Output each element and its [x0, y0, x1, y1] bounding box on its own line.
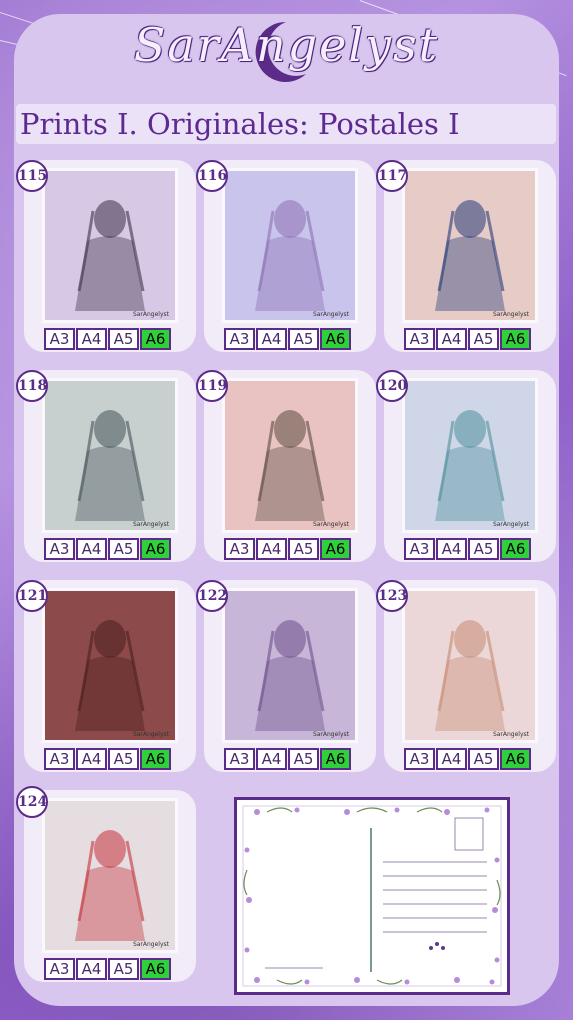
artist-signature: SarAngelyst: [132, 731, 169, 738]
artist-signature: SarAngelyst: [312, 311, 349, 318]
print-card[interactable]: SarAngelyst A3 A4 A5 A6: [24, 370, 196, 562]
size-option-a5[interactable]: A5: [108, 958, 139, 980]
artwork-thumbnail[interactable]: SarAngelyst: [222, 168, 358, 323]
size-option-a5[interactable]: A5: [288, 748, 319, 770]
size-option-a5[interactable]: A5: [288, 538, 319, 560]
print-card[interactable]: SarAngelyst A3 A4 A5 A6: [24, 160, 196, 352]
size-option-a4[interactable]: A4: [76, 538, 107, 560]
print-number-badge: 122: [196, 580, 228, 612]
size-option-a3[interactable]: A3: [44, 748, 75, 770]
size-options: A3 A4 A5 A6: [44, 328, 172, 350]
print-card[interactable]: SarAngelyst A3 A4 A5 A6: [384, 580, 556, 772]
size-option-a4[interactable]: A4: [76, 958, 107, 980]
artist-signature: SarAngelyst: [492, 311, 529, 318]
print-card[interactable]: SarAngelyst A3 A4 A5 A6: [384, 370, 556, 562]
size-options: A3 A4 A5 A6: [404, 328, 532, 350]
size-option-a6[interactable]: A6: [500, 748, 531, 770]
size-option-a3[interactable]: A3: [44, 958, 75, 980]
artwork-thumbnail[interactable]: SarAngelyst: [402, 588, 538, 743]
print-card[interactable]: SarAngelyst A3 A4 A5 A6: [24, 790, 196, 982]
print-number-badge: 115: [16, 160, 48, 192]
size-options: A3 A4 A5 A6: [44, 958, 172, 980]
artist-signature: SarAngelyst: [492, 731, 529, 738]
size-option-a3[interactable]: A3: [224, 538, 255, 560]
size-options: A3 A4 A5 A6: [404, 538, 532, 560]
size-option-a6[interactable]: A6: [140, 748, 171, 770]
size-option-a6[interactable]: A6: [500, 538, 531, 560]
size-option-a4[interactable]: A4: [436, 748, 467, 770]
print-card[interactable]: SarAngelyst A3 A4 A5 A6: [204, 370, 376, 562]
postcard-template: [234, 797, 510, 995]
print-card[interactable]: SarAngelyst A3 A4 A5 A6: [24, 580, 196, 772]
size-option-a5[interactable]: A5: [108, 538, 139, 560]
size-option-a6[interactable]: A6: [320, 328, 351, 350]
print-number-badge: 119: [196, 370, 228, 402]
size-option-a4[interactable]: A4: [436, 328, 467, 350]
size-option-a6[interactable]: A6: [140, 958, 171, 980]
artwork-thumbnail[interactable]: SarAngelyst: [42, 378, 178, 533]
print-card[interactable]: SarAngelyst A3 A4 A5 A6: [204, 160, 376, 352]
artist-signature: SarAngelyst: [312, 731, 349, 738]
size-option-a5[interactable]: A5: [468, 748, 499, 770]
size-option-a3[interactable]: A3: [404, 538, 435, 560]
print-number-badge: 117: [376, 160, 408, 192]
size-option-a3[interactable]: A3: [44, 538, 75, 560]
size-option-a4[interactable]: A4: [76, 748, 107, 770]
page-title: Prints I. Originales: Postales I: [20, 107, 460, 141]
print-number-badge: 118: [16, 370, 48, 402]
size-option-a5[interactable]: A5: [468, 328, 499, 350]
artist-signature: SarAngelyst: [312, 521, 349, 528]
size-options: A3 A4 A5 A6: [44, 538, 172, 560]
size-option-a5[interactable]: A5: [468, 538, 499, 560]
artist-signature: SarAngelyst: [132, 941, 169, 948]
artwork-thumbnail[interactable]: SarAngelyst: [42, 588, 178, 743]
size-options: A3 A4 A5 A6: [44, 748, 172, 770]
size-options: A3 A4 A5 A6: [224, 328, 352, 350]
size-option-a6[interactable]: A6: [140, 328, 171, 350]
size-option-a4[interactable]: A4: [436, 538, 467, 560]
size-option-a5[interactable]: A5: [288, 328, 319, 350]
size-options: A3 A4 A5 A6: [224, 538, 352, 560]
size-option-a3[interactable]: A3: [404, 748, 435, 770]
size-option-a4[interactable]: A4: [256, 328, 287, 350]
print-card[interactable]: SarAngelyst A3 A4 A5 A6: [204, 580, 376, 772]
artwork-thumbnail[interactable]: SarAngelyst: [42, 168, 178, 323]
print-card[interactable]: SarAngelyst A3 A4 A5 A6: [384, 160, 556, 352]
artist-signature: SarAngelyst: [492, 521, 529, 528]
postcard-back-illustration: [242, 805, 502, 987]
size-options: A3 A4 A5 A6: [224, 748, 352, 770]
size-option-a4[interactable]: A4: [256, 538, 287, 560]
brand-logo: SarAngelyst: [133, 18, 440, 72]
artwork-thumbnail[interactable]: SarAngelyst: [222, 588, 358, 743]
artist-signature: SarAngelyst: [132, 311, 169, 318]
size-option-a6[interactable]: A6: [140, 538, 171, 560]
print-number-badge: 120: [376, 370, 408, 402]
size-option-a3[interactable]: A3: [44, 328, 75, 350]
size-option-a6[interactable]: A6: [320, 748, 351, 770]
size-options: A3 A4 A5 A6: [404, 748, 532, 770]
print-number-badge: 121: [16, 580, 48, 612]
print-number-badge: 123: [376, 580, 408, 612]
artist-signature: SarAngelyst: [132, 521, 169, 528]
size-option-a3[interactable]: A3: [224, 328, 255, 350]
artwork-thumbnail[interactable]: SarAngelyst: [402, 378, 538, 533]
size-option-a4[interactable]: A4: [256, 748, 287, 770]
size-option-a6[interactable]: A6: [500, 328, 531, 350]
artwork-thumbnail[interactable]: SarAngelyst: [402, 168, 538, 323]
print-number-badge: 124: [16, 786, 48, 818]
size-option-a3[interactable]: A3: [224, 748, 255, 770]
size-option-a4[interactable]: A4: [76, 328, 107, 350]
artwork-thumbnail[interactable]: SarAngelyst: [222, 378, 358, 533]
size-option-a5[interactable]: A5: [108, 328, 139, 350]
size-option-a6[interactable]: A6: [320, 538, 351, 560]
artwork-thumbnail[interactable]: SarAngelyst: [42, 798, 178, 953]
size-option-a5[interactable]: A5: [108, 748, 139, 770]
size-option-a3[interactable]: A3: [404, 328, 435, 350]
print-number-badge: 116: [196, 160, 228, 192]
